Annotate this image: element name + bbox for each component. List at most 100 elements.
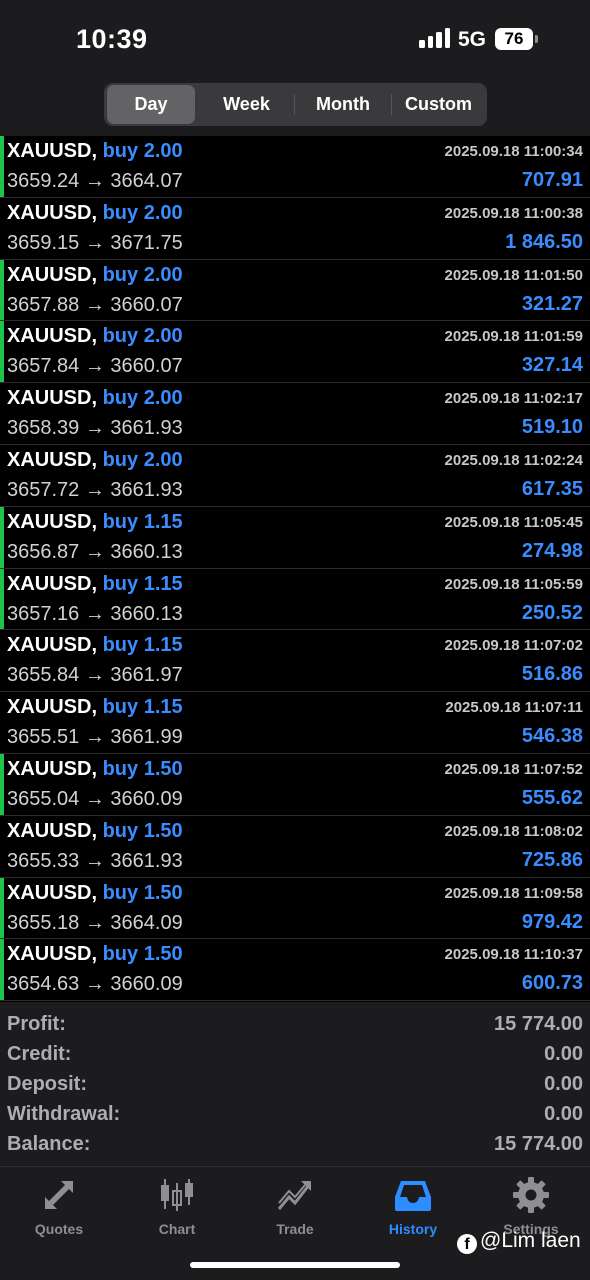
deal-row[interactable]: XAUUSD, buy 2.00 2025.09.18 11:02:24 3657.… xyxy=(0,445,590,507)
deal-symbol: XAUUSD, buy 2.00 xyxy=(7,387,183,410)
deal-side: buy 2.00 xyxy=(102,448,183,471)
summary-value: 15 774.00 xyxy=(494,1013,583,1035)
deal-close-price: 3660.13 xyxy=(110,540,183,563)
deal-time: 2025.09.18 11:00:34 xyxy=(444,143,583,160)
deal-side: buy 1.50 xyxy=(102,757,183,780)
deal-row[interactable]: XAUUSD, buy 1.15 2025.09.18 11:07:02 3655.… xyxy=(0,630,590,693)
deal-prices: 3655.18 → 3664.09 xyxy=(7,912,183,935)
deal-time: 2025.09.18 11:05:45 xyxy=(444,513,583,531)
deal-row[interactable]: XAUUSD, buy 1.50 2025.09.18 11:10:37 3654.… xyxy=(0,939,590,1002)
tab-chart-label: Chart xyxy=(158,1221,196,1237)
deal-profit: 979.42 xyxy=(521,910,583,933)
deal-symbol-text: XAUUSD, xyxy=(7,201,98,224)
status-time: 10:39 xyxy=(76,24,148,54)
deal-row[interactable]: XAUUSD, buy 2.00 2025.09.18 11:02:17 3658.… xyxy=(0,383,590,445)
deal-row[interactable]: XAUUSD, buy 1.15 2025.09.18 11:05:45 3656.… xyxy=(0,506,590,569)
arrow-right-icon: → xyxy=(84,417,105,440)
tab-quotes-label: Quotes xyxy=(34,1221,84,1237)
deal-prices: 3655.84 → 3661.97 xyxy=(7,664,183,687)
watermark-text: @Lim laen xyxy=(480,1229,581,1252)
battery-tip xyxy=(535,35,538,43)
deal-side: buy 2.00 xyxy=(102,140,183,162)
deal-time: 2025.09.18 11:00:38 xyxy=(444,204,583,222)
deal-open-price: 3658.39 xyxy=(7,417,80,440)
home-indicator[interactable] xyxy=(190,1262,400,1268)
deal-row[interactable]: XAUUSD, buy 2.00 2025.09.18 11:00:34 3659.… xyxy=(0,136,590,198)
deal-symbol-text: XAUUSD, xyxy=(7,263,98,286)
tab-history-label: History xyxy=(388,1221,438,1237)
tab-trade[interactable]: Trade xyxy=(236,1175,354,1241)
deal-profit: 327.14 xyxy=(521,354,583,377)
facebook-icon: f xyxy=(457,1234,477,1254)
deal-open-price: 3657.72 xyxy=(7,478,80,501)
tab-chart[interactable]: Chart xyxy=(118,1175,236,1241)
deal-row[interactable]: XAUUSD, buy 2.00 2025.09.18 11:01:59 3657.… xyxy=(0,321,590,384)
deal-profit: 1 846.50 xyxy=(505,230,583,253)
deals-list: XAUUSD, buy 2.00 2025.09.18 11:00:34 3659.… xyxy=(0,136,590,1002)
deal-close-price: 3660.07 xyxy=(110,355,183,378)
arrow-right-icon: → xyxy=(84,170,105,192)
deal-prices: 3656.87 → 3660.13 xyxy=(7,541,183,564)
arrow-right-icon: → xyxy=(84,911,105,934)
tab-week[interactable]: Week xyxy=(200,85,293,124)
deal-symbol-text: XAUUSD, xyxy=(7,881,98,904)
deal-open-price: 3655.51 xyxy=(7,726,80,749)
deal-open-price: 3655.04 xyxy=(7,787,80,810)
deal-close-price: 3661.99 xyxy=(110,726,183,749)
deal-symbol-text: XAUUSD, xyxy=(7,757,98,780)
history-header: Day Week Month Custom xyxy=(0,80,590,136)
arrow-right-icon: → xyxy=(84,849,105,872)
summary-value: 15 774.00 xyxy=(494,1133,583,1155)
deal-row[interactable]: XAUUSD, buy 1.50 2025.09.18 11:08:02 3655.… xyxy=(0,816,590,878)
network-type: 5G xyxy=(458,28,487,51)
deal-open-price: 3656.87 xyxy=(7,540,80,563)
tab-custom[interactable]: Custom xyxy=(392,85,485,124)
watermark: f @Lim laen xyxy=(457,1229,581,1254)
deal-symbol: XAUUSD, buy 1.15 xyxy=(7,511,183,534)
deal-open-price: 3655.33 xyxy=(7,849,80,872)
tab-history[interactable]: History xyxy=(354,1175,472,1241)
deal-symbol: XAUUSD, buy 1.15 xyxy=(7,634,183,657)
deal-time: 2025.09.18 11:02:24 xyxy=(444,451,583,469)
deal-row[interactable]: XAUUSD, buy 1.50 2025.09.18 11:09:58 3655.… xyxy=(0,877,590,940)
arrow-right-icon: → xyxy=(84,602,105,625)
deal-open-price: 3655.18 xyxy=(7,911,80,934)
deal-symbol-text: XAUUSD, xyxy=(7,572,98,595)
deal-row[interactable]: XAUUSD, buy 2.00 2025.09.18 11:00:38 3659.… xyxy=(0,198,590,260)
tab-day[interactable]: Day xyxy=(107,85,195,124)
deal-profit: 250.52 xyxy=(521,601,583,624)
deal-row[interactable]: XAUUSD, buy 1.15 2025.09.18 11:07:11 3655.… xyxy=(0,692,590,754)
summary-row: Withdrawal: 0.00 xyxy=(0,1103,590,1133)
tab-month[interactable]: Month xyxy=(296,85,390,124)
deal-time: 2025.09.18 11:09:58 xyxy=(444,884,583,902)
deal-prices: 3655.51 → 3661.99 xyxy=(7,726,183,749)
deal-side: buy 1.15 xyxy=(102,634,183,657)
deal-time: 2025.09.18 11:10:37 xyxy=(444,946,583,964)
tab-trade-label: Trade xyxy=(276,1221,314,1237)
deal-profit: 516.86 xyxy=(521,663,583,686)
deal-row[interactable]: XAUUSD, buy 2.00 2025.09.18 11:01:50 3657.… xyxy=(0,259,590,322)
summary-label: Profit: xyxy=(7,1013,66,1035)
deal-symbol: XAUUSD, buy 1.15 xyxy=(7,696,183,719)
tab-quotes[interactable]: Quotes xyxy=(0,1175,118,1241)
deal-side: buy 1.50 xyxy=(102,819,183,842)
deal-side: buy 1.50 xyxy=(102,881,183,904)
deal-close-price: 3664.07 xyxy=(110,170,183,192)
deal-profit: 274.98 xyxy=(521,539,583,562)
deal-prices: 3655.33 → 3661.93 xyxy=(7,850,183,873)
deal-side: buy 1.15 xyxy=(102,572,183,595)
deal-side: buy 2.00 xyxy=(102,201,183,224)
deal-profit: 600.73 xyxy=(521,972,583,995)
battery-icon: 76 xyxy=(495,28,533,50)
summary-row: Deposit: 0.00 xyxy=(0,1073,590,1103)
deal-prices: 3657.88 → 3660.07 xyxy=(7,294,183,317)
deal-row[interactable]: XAUUSD, buy 1.50 2025.09.18 11:07:52 3655.… xyxy=(0,753,590,816)
deal-symbol: XAUUSD, buy 2.00 xyxy=(7,264,183,287)
deal-close-price: 3661.93 xyxy=(110,849,183,872)
deal-open-price: 3655.84 xyxy=(7,664,80,687)
deal-row[interactable]: XAUUSD, buy 1.15 2025.09.18 11:05:59 3657.… xyxy=(0,568,590,631)
deal-side: buy 1.50 xyxy=(102,943,183,966)
deal-close-price: 3660.13 xyxy=(110,602,183,625)
deal-close-price: 3661.93 xyxy=(110,478,183,501)
deal-open-price: 3657.16 xyxy=(7,602,80,625)
